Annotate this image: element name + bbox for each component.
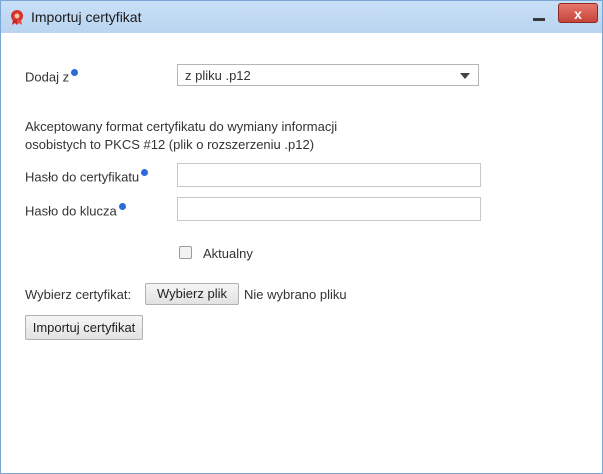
current-checkbox[interactable] (179, 246, 192, 259)
window-title: Importuj certyfikat (31, 9, 142, 25)
info-icon (118, 203, 126, 210)
chevron-down-icon (460, 73, 470, 79)
format-description-line2: osobistych to PKCS #12 (plik o rozszerze… (25, 137, 315, 152)
key-password-label-group: Hasło do klucza (25, 203, 126, 218)
source-select[interactable]: z pliku .p12 (177, 64, 479, 86)
source-label: Dodaj z (25, 69, 70, 85)
cert-password-field[interactable] (177, 163, 481, 187)
source-label-group: Dodaj z (25, 69, 79, 85)
format-description-line1: Akceptowany format certyfikatu do wymian… (25, 119, 338, 134)
source-select-value: z pliku .p12 (185, 68, 251, 83)
minimize-icon (533, 18, 545, 21)
choose-file-button[interactable]: Wybierz plik (145, 283, 239, 305)
cert-password-label: Hasło do certyfikatu (25, 169, 140, 185)
info-icon (71, 69, 79, 76)
minimize-button[interactable] (529, 8, 551, 24)
key-password-label: Hasło do klucza (25, 203, 117, 219)
current-checkbox-label[interactable]: Aktualny (203, 246, 253, 261)
no-file-chosen-text: Nie wybrano pliku (244, 287, 347, 302)
app-icon (11, 10, 23, 25)
import-certificate-button[interactable]: Importuj certyfikat (25, 315, 143, 340)
info-icon (141, 169, 149, 176)
cert-password-label-group: Hasło do certyfikatu (25, 169, 149, 185)
close-button[interactable]: x (558, 3, 598, 23)
title-bar[interactable]: Importuj certyfikat x (1, 1, 602, 33)
import-certificate-dialog: Importuj certyfikat x Dodaj z z pliku .p… (0, 0, 603, 474)
key-password-field[interactable] (177, 197, 481, 221)
choose-certificate-label: Wybierz certyfikat: (25, 287, 132, 302)
